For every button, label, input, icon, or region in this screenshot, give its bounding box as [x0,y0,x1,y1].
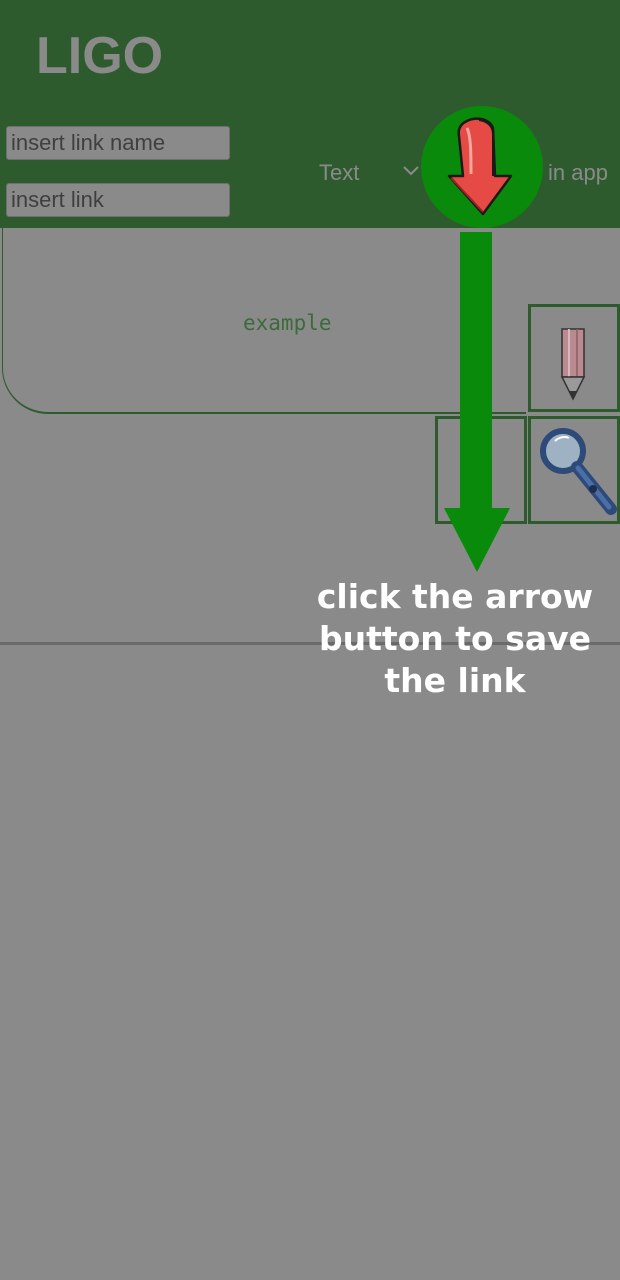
header-bar: LIGO Text in app [0,0,620,228]
chevron-down-icon[interactable] [402,162,420,180]
red-down-arrow-icon [447,117,513,216]
tutorial-hint: click the arrow button to save the link [316,577,594,700]
magnifier-icon [540,428,617,515]
pencil-icon [560,328,586,401]
save-button[interactable] [421,106,543,228]
edit-button[interactable] [528,304,620,412]
action-tile[interactable] [435,416,527,524]
link-name-label: example [243,311,332,335]
link-name-input[interactable] [6,126,230,160]
type-dropdown[interactable]: Text [319,160,359,186]
link-url-input[interactable] [6,183,230,217]
search-button[interactable] [528,416,620,524]
app-title: LIGO [36,27,164,85]
in-app-toggle-label[interactable]: in app [548,160,608,186]
